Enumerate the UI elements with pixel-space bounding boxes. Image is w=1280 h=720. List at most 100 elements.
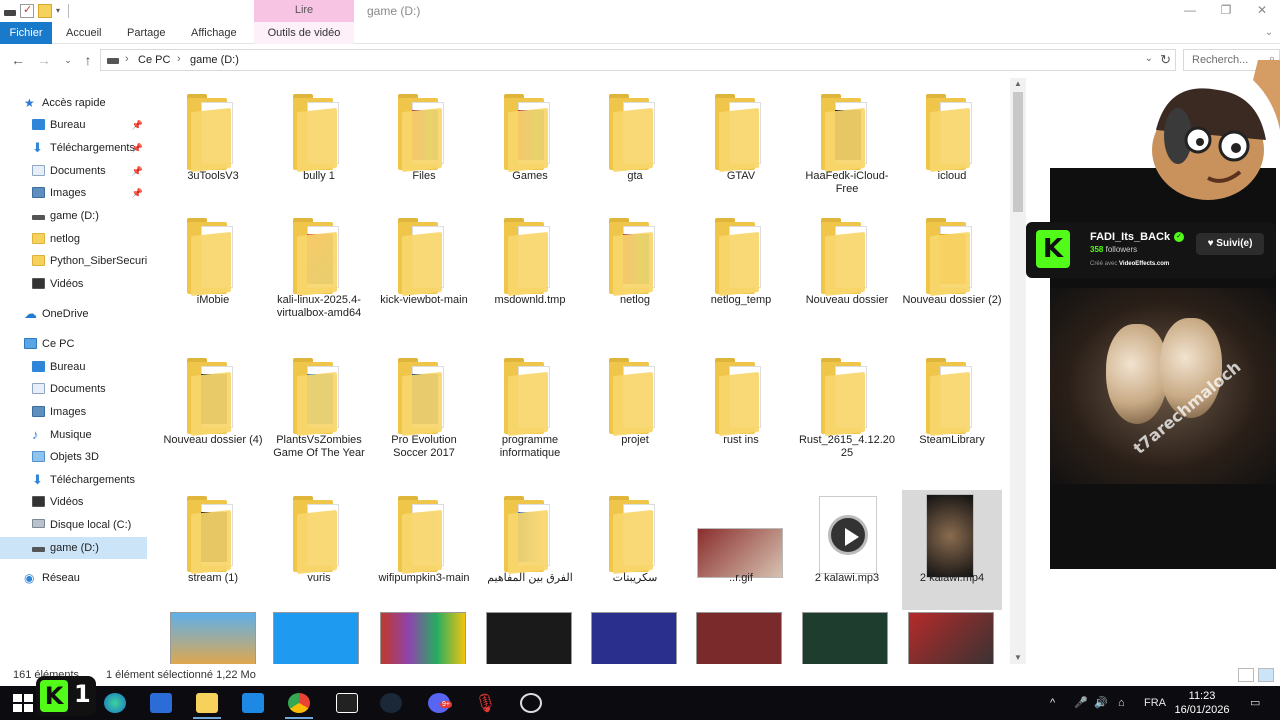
context-tab-lire[interactable]: Lire (254, 0, 354, 22)
file-tile[interactable]: 2 kalawi.mp4 (902, 490, 1002, 610)
file-tile[interactable]: Nouveau dossier (2) (902, 212, 1002, 332)
tab-outils-video[interactable]: Outils de vidéo (254, 22, 354, 44)
nav-item[interactable]: Bureau 📌 (0, 114, 147, 136)
file-tile[interactable]: HaaFedk-iCloud-Free (797, 88, 897, 208)
file-tile[interactable]: iMobie (163, 212, 263, 332)
file-tile[interactable]: 3uToolsV3 (163, 88, 263, 208)
image-thumbnail[interactable] (486, 612, 572, 664)
nav-item[interactable]: Images 📌 (0, 182, 147, 204)
chevron-down-icon[interactable]: ⌄ (1262, 22, 1276, 44)
nav-item[interactable]: Images (0, 401, 147, 423)
tab-partage[interactable]: Partage (127, 22, 166, 44)
chevron-right-icon[interactable]: › (177, 53, 181, 65)
scrollbar-thumb[interactable] (1013, 92, 1023, 212)
file-tile[interactable]: Nouveau dossier (797, 212, 897, 332)
nav-item[interactable]: ⬇ Téléchargements 📌 (0, 137, 147, 159)
image-thumbnail[interactable] (908, 612, 994, 664)
microphone-icon[interactable]: 🎙 (474, 693, 497, 713)
obs-icon[interactable] (520, 693, 542, 713)
file-tile[interactable]: GTAV (691, 88, 791, 208)
file-tile[interactable]: rust ins (691, 352, 791, 472)
nav-item[interactable]: ☁ OneDrive (0, 303, 147, 325)
properties-icon[interactable] (20, 3, 34, 18)
file-tile[interactable]: Files (374, 88, 474, 208)
forward-button[interactable]: → (34, 50, 54, 70)
back-button[interactable]: ← (8, 50, 28, 70)
file-tile[interactable]: stream (1) (163, 490, 263, 610)
recent-locations-button[interactable]: ⌄ (58, 50, 78, 70)
file-tile[interactable]: netlog (585, 212, 685, 332)
archive-icon[interactable] (380, 612, 466, 664)
nav-item[interactable]: ⬇ Téléchargements (0, 469, 147, 491)
close-button[interactable]: ✕ (1244, 0, 1280, 22)
new-folder-icon[interactable] (38, 4, 52, 18)
file-tile[interactable]: ..r.gif (691, 490, 791, 610)
large-icons-view-icon[interactable] (1258, 668, 1274, 682)
file-tile[interactable]: msdownld.tmp (480, 212, 580, 332)
nav-item[interactable]: Documents 📌 (0, 160, 147, 182)
file-tile[interactable]: wifipumpkin3-main (374, 490, 474, 610)
app-icon[interactable] (273, 612, 359, 664)
edge-browser-icon[interactable] (104, 693, 126, 713)
discord-icon[interactable]: 9+ (428, 693, 452, 713)
file-tile[interactable]: bully 1 (269, 88, 369, 208)
nav-item[interactable]: netlog (0, 228, 147, 250)
volume-icon[interactable]: 🔊 (1094, 686, 1108, 720)
notifications-icon[interactable]: ▭ (1250, 686, 1260, 720)
show-hidden-icons[interactable]: ^ (1050, 686, 1055, 720)
file-tile[interactable]: الفرق بين المفاهيم (480, 490, 580, 610)
breadcrumb-ce-pc[interactable]: Ce PC (138, 54, 170, 66)
nav-item[interactable]: Bureau (0, 356, 147, 378)
store-icon[interactable] (150, 693, 172, 713)
tab-accueil[interactable]: Accueil (66, 22, 101, 44)
language-indicator[interactable]: FRA (1144, 686, 1166, 720)
details-view-icon[interactable] (1238, 668, 1254, 682)
microphone-tray-icon[interactable]: 🎤 (1074, 686, 1088, 720)
nav-item[interactable]: Vidéos (0, 491, 147, 513)
tab-affichage[interactable]: Affichage (191, 22, 237, 44)
file-tile[interactable]: 2 kalawi.mp3 (797, 490, 897, 610)
file-tile[interactable]: Pro Evolution Soccer 2017 (374, 352, 474, 472)
chrome-icon[interactable] (288, 693, 310, 713)
file-tile[interactable]: vuris (269, 490, 369, 610)
steam-icon[interactable] (380, 693, 402, 713)
file-explorer-icon[interactable] (196, 693, 218, 713)
clock[interactable]: 11:23 16/01/2026 (1172, 689, 1232, 717)
scroll-up-icon[interactable]: ▲ (1010, 78, 1026, 90)
nav-item[interactable]: Python_SiberSecurit (0, 250, 147, 272)
up-button[interactable]: ↑ (78, 50, 98, 70)
file-tile[interactable]: icloud (902, 88, 1002, 208)
file-tile[interactable]: kick-viewbot-main (374, 212, 474, 332)
maximize-button[interactable]: ❐ (1208, 0, 1244, 22)
installer-icon[interactable] (170, 612, 256, 664)
video-thumbnail[interactable] (802, 612, 888, 664)
file-tile[interactable]: سكريبتات (585, 490, 685, 610)
breadcrumb-game-d[interactable]: game (D:) (190, 54, 239, 66)
nav-item[interactable]: Objets 3D (0, 446, 147, 468)
customize-toolbar-icon[interactable]: ▾ (56, 4, 64, 18)
audio-app-icon[interactable] (336, 693, 358, 713)
file-tile[interactable]: projet (585, 352, 685, 472)
nav-item[interactable]: Vidéos (0, 273, 147, 295)
file-tile[interactable]: Nouveau dossier (4) (163, 352, 263, 472)
nav-item[interactable]: game (D:) (0, 537, 147, 559)
mail-icon[interactable] (242, 693, 264, 713)
network-tray-icon[interactable]: ⌂ (1118, 686, 1125, 720)
follow-button[interactable]: ♥ Suivi(e) (1196, 233, 1264, 255)
file-tile[interactable]: SteamLibrary (902, 352, 1002, 472)
file-tile[interactable]: Games (480, 88, 580, 208)
gif-thumbnail[interactable] (696, 612, 782, 664)
nav-item[interactable]: Ce PC (0, 333, 147, 355)
tab-fichier[interactable]: Fichier (0, 22, 52, 44)
file-tile[interactable]: PlantsVsZombies Game Of The Year (269, 352, 369, 472)
file-tile[interactable]: Rust_2615_4.12.2025 (797, 352, 897, 472)
vertical-scrollbar[interactable]: ▲ ▼ (1010, 78, 1026, 664)
file-tile[interactable]: gta (585, 88, 685, 208)
nav-item[interactable]: Documents (0, 378, 147, 400)
nav-item[interactable]: ★ Accès rapide (0, 92, 147, 114)
image-thumbnail[interactable] (591, 612, 677, 664)
file-tile[interactable]: kali-linux-2025.4-virtualbox-amd64 (269, 212, 369, 332)
nav-item[interactable]: ◉ Réseau (0, 567, 147, 589)
chevron-right-icon[interactable]: › (125, 53, 129, 65)
nav-item[interactable]: game (D:) (0, 205, 147, 227)
